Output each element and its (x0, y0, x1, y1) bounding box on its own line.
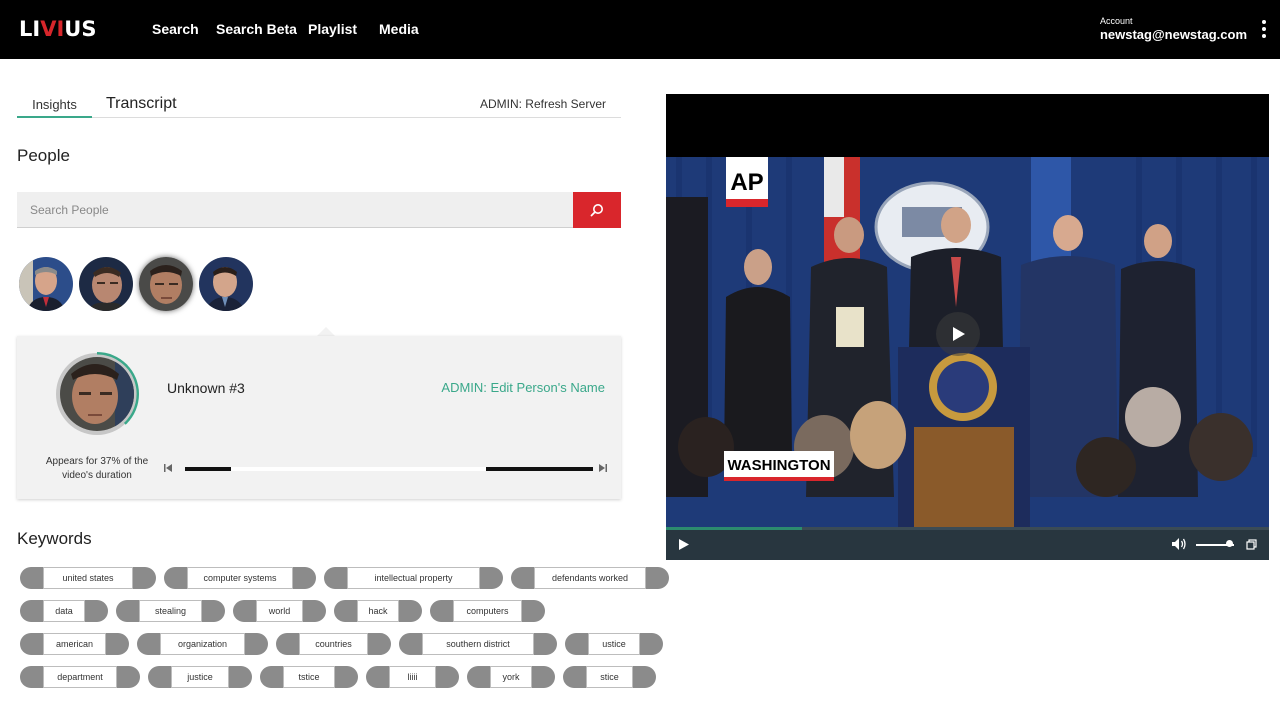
keyword-chip[interactable]: department (20, 666, 140, 688)
face-thumbnail-2 (79, 257, 133, 311)
person-avatar-2[interactable] (79, 257, 133, 311)
keyword-label: world (256, 600, 303, 622)
keyword-label: liiii (389, 666, 436, 688)
account-label: Account (1099, 16, 1133, 26)
keyword-label: computers (453, 600, 522, 622)
skip-next-icon[interactable] (598, 463, 608, 473)
appearance-percentage-text: Appears for 37% of the video's duration (45, 456, 149, 481)
volume-icon[interactable] (1171, 537, 1187, 551)
keyword-chip[interactable]: stealing (116, 600, 225, 622)
keyword-label: countries (299, 633, 368, 655)
search-icon (590, 204, 603, 217)
keywords-heading: Keywords (17, 529, 92, 548)
keyword-chip[interactable]: organization (137, 633, 268, 655)
keyword-chip[interactable]: united states (20, 567, 156, 589)
nav-media[interactable]: Media (379, 21, 419, 37)
keyword-chip[interactable]: defendants worked (511, 567, 669, 589)
keyword-label: hack (357, 600, 399, 622)
center-play-button[interactable] (936, 312, 980, 356)
search-button[interactable] (573, 192, 621, 228)
person-name: Unknown #3 (167, 380, 245, 396)
video-progress-fill (666, 527, 802, 530)
appearance-segment[interactable] (486, 467, 593, 471)
keyword-label: tstice (283, 666, 335, 688)
play-icon[interactable] (678, 538, 690, 551)
keyword-label: defendants worked (534, 567, 646, 589)
person-avatar-1[interactable] (19, 257, 73, 311)
keyword-label: american (43, 633, 106, 655)
admin-refresh-server-link[interactable]: ADMIN: Refresh Server (480, 97, 606, 111)
keyword-chip[interactable]: york (467, 666, 555, 688)
fullscreen-icon[interactable] (1246, 539, 1257, 550)
keyword-chip[interactable]: southern district (399, 633, 557, 655)
person-avatar-4[interactable] (199, 257, 253, 311)
keyword-label: justice (171, 666, 229, 688)
card-pointer (317, 327, 335, 336)
livius-logo[interactable]: LIVIUS (19, 17, 96, 41)
person-detail-card: Unknown #3 ADMIN: Edit Person's Name App… (17, 336, 621, 499)
volume-slider-handle[interactable] (1226, 540, 1233, 547)
keyword-chip[interactable]: data (20, 600, 108, 622)
logo-text-right: US (64, 17, 97, 41)
search-people-input[interactable] (17, 192, 573, 228)
keyword-chip[interactable]: tstice (260, 666, 358, 688)
video-frame[interactable]: AP WASHINGTON (666, 157, 1269, 527)
edit-person-name-link[interactable]: ADMIN: Edit Person's Name (441, 380, 605, 395)
keyword-label: ustice (588, 633, 640, 655)
keyword-label: york (490, 666, 532, 688)
person-avatar-3-selected[interactable] (139, 257, 193, 311)
keyword-label: department (43, 666, 117, 688)
keyword-chip[interactable]: intellectual property (324, 567, 503, 589)
video-progress-bar[interactable] (666, 527, 1269, 530)
face-thumbnail-1 (19, 257, 73, 311)
appearance-segment[interactable] (185, 467, 231, 471)
keyword-label: intellectual property (347, 567, 480, 589)
keyword-label: united states (43, 567, 133, 589)
nav-playlist[interactable]: Playlist (308, 21, 357, 37)
keyword-label: organization (160, 633, 245, 655)
account-email: newstag@newstag.com (1099, 27, 1247, 42)
video-player: AP WASHINGTON (666, 94, 1269, 560)
kebab-menu-icon[interactable] (1260, 20, 1268, 40)
keyword-label: stealing (139, 600, 202, 622)
keyword-label: stice (586, 666, 633, 688)
account-info[interactable]: Account newstag@newstag.com (1100, 16, 1247, 42)
skip-previous-icon[interactable] (163, 463, 173, 473)
ap-watermark: AP (730, 169, 763, 196)
appearance-timeline[interactable] (185, 467, 593, 471)
tab-transcript[interactable]: Transcript (106, 90, 177, 117)
face-thumbnail-3 (139, 257, 193, 311)
keyword-chip[interactable]: countries (276, 633, 391, 655)
people-search-bar (17, 192, 621, 228)
play-icon (953, 327, 965, 341)
tab-insights[interactable]: Insights (17, 90, 92, 118)
insight-tabs: Insights Transcript ADMIN: Refresh Serve… (17, 90, 621, 118)
keyword-chip[interactable]: hack (334, 600, 422, 622)
people-heading: People (17, 146, 70, 165)
nav-search[interactable]: Search (152, 21, 199, 37)
logo-text-red: VI (40, 17, 65, 41)
top-navigation-bar: LIVIUS Search Search Beta Playlist Media… (0, 0, 1280, 59)
nav-search-beta[interactable]: Search Beta (216, 21, 297, 37)
location-caption: WASHINGTON (727, 457, 830, 474)
face-thumbnail-4 (199, 257, 253, 311)
keyword-chip[interactable]: justice (148, 666, 252, 688)
keyword-label: southern district (422, 633, 534, 655)
keyword-label: computer systems (187, 567, 293, 589)
keyword-chip[interactable]: american (20, 633, 129, 655)
keyword-chip[interactable]: world (233, 600, 326, 622)
video-controls (666, 527, 1269, 560)
keyword-chip[interactable]: ustice (565, 633, 663, 655)
keyword-chip[interactable]: computers (430, 600, 545, 622)
keyword-label: data (43, 600, 85, 622)
selected-person-avatar (56, 352, 139, 435)
keyword-chip[interactable]: liiii (366, 666, 459, 688)
logo-text-left: LI (19, 17, 41, 41)
keyword-chip[interactable]: stice (563, 666, 656, 688)
keyword-chip[interactable]: computer systems (164, 567, 316, 589)
